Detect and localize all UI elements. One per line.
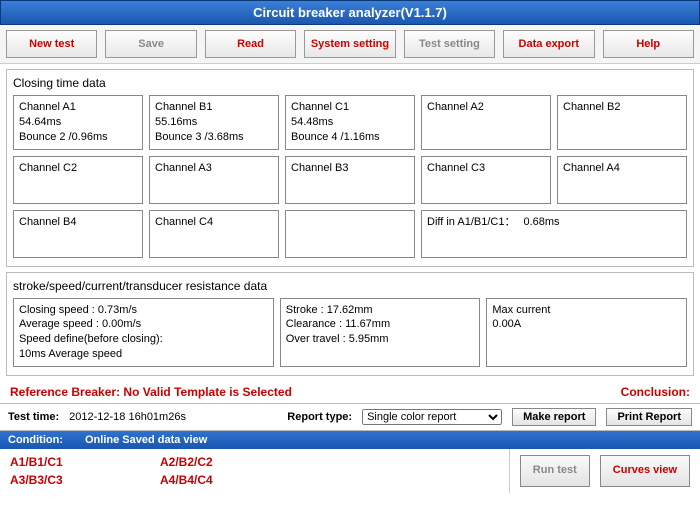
stroke-cell: Stroke : 17.62mm Clearance : 11.67mm Ove…	[280, 298, 481, 367]
report-type-label: Report type:	[287, 411, 352, 423]
channel-cell: Channel A4	[557, 156, 687, 204]
report-row: Test time: 2012-12-18 16h01m26s Report t…	[0, 403, 700, 431]
channel-group[interactable]: A4/B4/C4	[160, 473, 300, 487]
diff-cell: Diff in A1/B1/C1： 0.68ms	[421, 210, 687, 258]
speed-cell: Closing speed : 0.73m/s Average speed : …	[13, 298, 274, 367]
condition-bar: Condition: Online Saved data view	[0, 431, 700, 449]
print-report-button[interactable]: Print Report	[606, 408, 692, 426]
conclusion-label: Conclusion:	[621, 385, 690, 399]
channel-group[interactable]: A1/B1/C1	[10, 455, 150, 469]
run-area: Run test Curves view	[509, 449, 700, 493]
test-time-value: 2012-12-18 16h01m26s	[69, 411, 186, 423]
diff-label: Diff in A1/B1/C1：	[427, 215, 515, 230]
closing-time-section: Closing time data Channel A154.64msBounc…	[6, 69, 694, 267]
reference-text: Reference Breaker: No Valid Template is …	[10, 385, 292, 399]
channel-cell: Channel A3	[149, 156, 279, 204]
reference-line: Reference Breaker: No Valid Template is …	[0, 381, 700, 403]
make-report-button[interactable]: Make report	[512, 408, 596, 426]
condition-view: Online Saved data view	[85, 434, 207, 446]
channel-cell: Channel A154.64msBounce 2 /0.96ms	[13, 95, 143, 150]
channel-cell: Channel B3	[285, 156, 415, 204]
diff-value: 0.68ms	[523, 215, 559, 230]
channel-cell: Channel C4	[149, 210, 279, 258]
system-setting-button[interactable]: System setting	[304, 30, 395, 58]
channel-cell: Channel C2	[13, 156, 143, 204]
data-export-button[interactable]: Data export	[503, 30, 594, 58]
closing-time-title: Closing time data	[13, 76, 687, 90]
channel-group[interactable]: A3/B3/C3	[10, 473, 150, 487]
measure-title: stroke/speed/current/transducer resistan…	[13, 279, 687, 293]
bottom-row: A1/B1/C1 A2/B2/C2 A3/B3/C3 A4/B4/C4 Run …	[0, 449, 700, 493]
channel-cell-empty	[285, 210, 415, 258]
measure-section: stroke/speed/current/transducer resistan…	[6, 272, 694, 376]
main-toolbar: New test Save Read System setting Test s…	[0, 25, 700, 64]
curves-view-button[interactable]: Curves view	[600, 455, 690, 486]
channel-group[interactable]: A2/B2/C2	[160, 455, 300, 469]
new-test-button[interactable]: New test	[6, 30, 97, 58]
channel-cell: Channel B155.16msBounce 3 /3.68ms	[149, 95, 279, 150]
test-time-label: Test time:	[8, 411, 59, 423]
current-cell: Max current 0.00A	[486, 298, 687, 367]
help-button[interactable]: Help	[603, 30, 694, 58]
condition-label: Condition:	[8, 434, 63, 446]
channel-cell: Channel B4	[13, 210, 143, 258]
read-button[interactable]: Read	[205, 30, 296, 58]
channel-group-list: A1/B1/C1 A2/B2/C2 A3/B3/C3 A4/B4/C4	[0, 449, 509, 493]
channel-cell: Channel C3	[421, 156, 551, 204]
window-title: Circuit breaker analyzer(V1.1.7)	[0, 0, 700, 25]
channel-cell: Channel B2	[557, 95, 687, 150]
test-setting-button[interactable]: Test setting	[404, 30, 495, 58]
channel-cell: Channel A2	[421, 95, 551, 150]
report-type-select[interactable]: Single color report	[362, 409, 502, 425]
save-button[interactable]: Save	[105, 30, 196, 58]
channel-cell: Channel C154.48msBounce 4 /1.16ms	[285, 95, 415, 150]
run-test-button[interactable]: Run test	[520, 455, 590, 486]
